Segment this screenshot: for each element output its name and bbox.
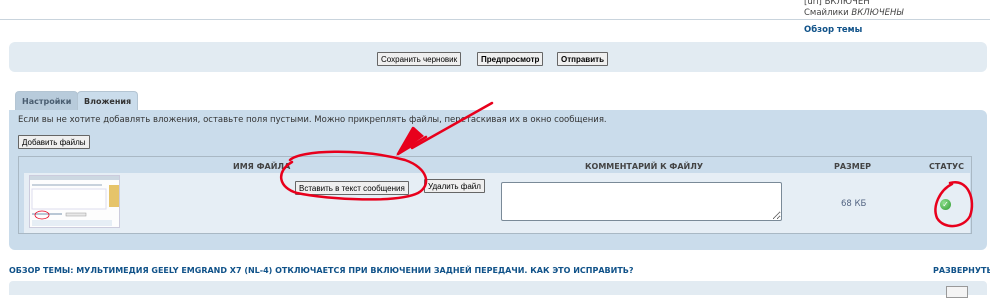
- column-header-filename: ИМЯ ФАЙЛА: [233, 162, 291, 171]
- column-header-comment: КОММЕНТАРИЙ К ФАЙЛУ: [585, 162, 704, 171]
- posting-options-status: [url] ВКЛЮЧЕН Смайлики ВКЛЮЧЕНЫ: [804, 0, 903, 19]
- insert-into-message-button[interactable]: Вставить в текст сообщения: [295, 181, 409, 195]
- add-files-button[interactable]: Добавить файлы: [18, 135, 90, 149]
- topic-review-bar: [9, 281, 987, 295]
- tab-attachments[interactable]: Вложения: [77, 91, 139, 111]
- topic-review-title: ОБЗОР ТЕМЫ: МУЛЬТИМЕДИЯ GEELY EMGRAND X7…: [9, 266, 634, 275]
- tab-settings[interactable]: Настройки: [15, 91, 79, 110]
- table-row: [24, 173, 970, 233]
- attachment-thumbnail[interactable]: [29, 175, 120, 228]
- column-header-size: РАЗМЕР: [834, 162, 872, 171]
- header-divider: [0, 19, 990, 20]
- column-header-status: СТАТУС: [929, 162, 965, 171]
- smilies-status: Смайлики ВКЛЮЧЕНЫ: [804, 8, 904, 18]
- topic-review-link[interactable]: Обзор темы: [804, 25, 862, 35]
- delete-file-button[interactable]: Удалить файл: [424, 179, 485, 193]
- preview-button[interactable]: Предпросмотр: [477, 52, 544, 66]
- expand-link[interactable]: РАЗВЕРНУТЬ: [933, 266, 990, 275]
- attachments-notice: Если вы не хотите добавлять вложения, ос…: [18, 115, 607, 125]
- file-size: 68 КБ: [841, 199, 867, 209]
- submit-button[interactable]: Отправить: [557, 52, 608, 66]
- mini-button[interactable]: [946, 286, 968, 298]
- file-comment-textarea[interactable]: [501, 182, 782, 221]
- thumbnail-image-icon: [30, 176, 119, 226]
- save-draft-button[interactable]: Сохранить черновик: [377, 52, 462, 66]
- bbcode-status: [url] ВКЛЮЧЕН: [804, 0, 870, 7]
- checkmark-icon: ✓: [940, 199, 951, 210]
